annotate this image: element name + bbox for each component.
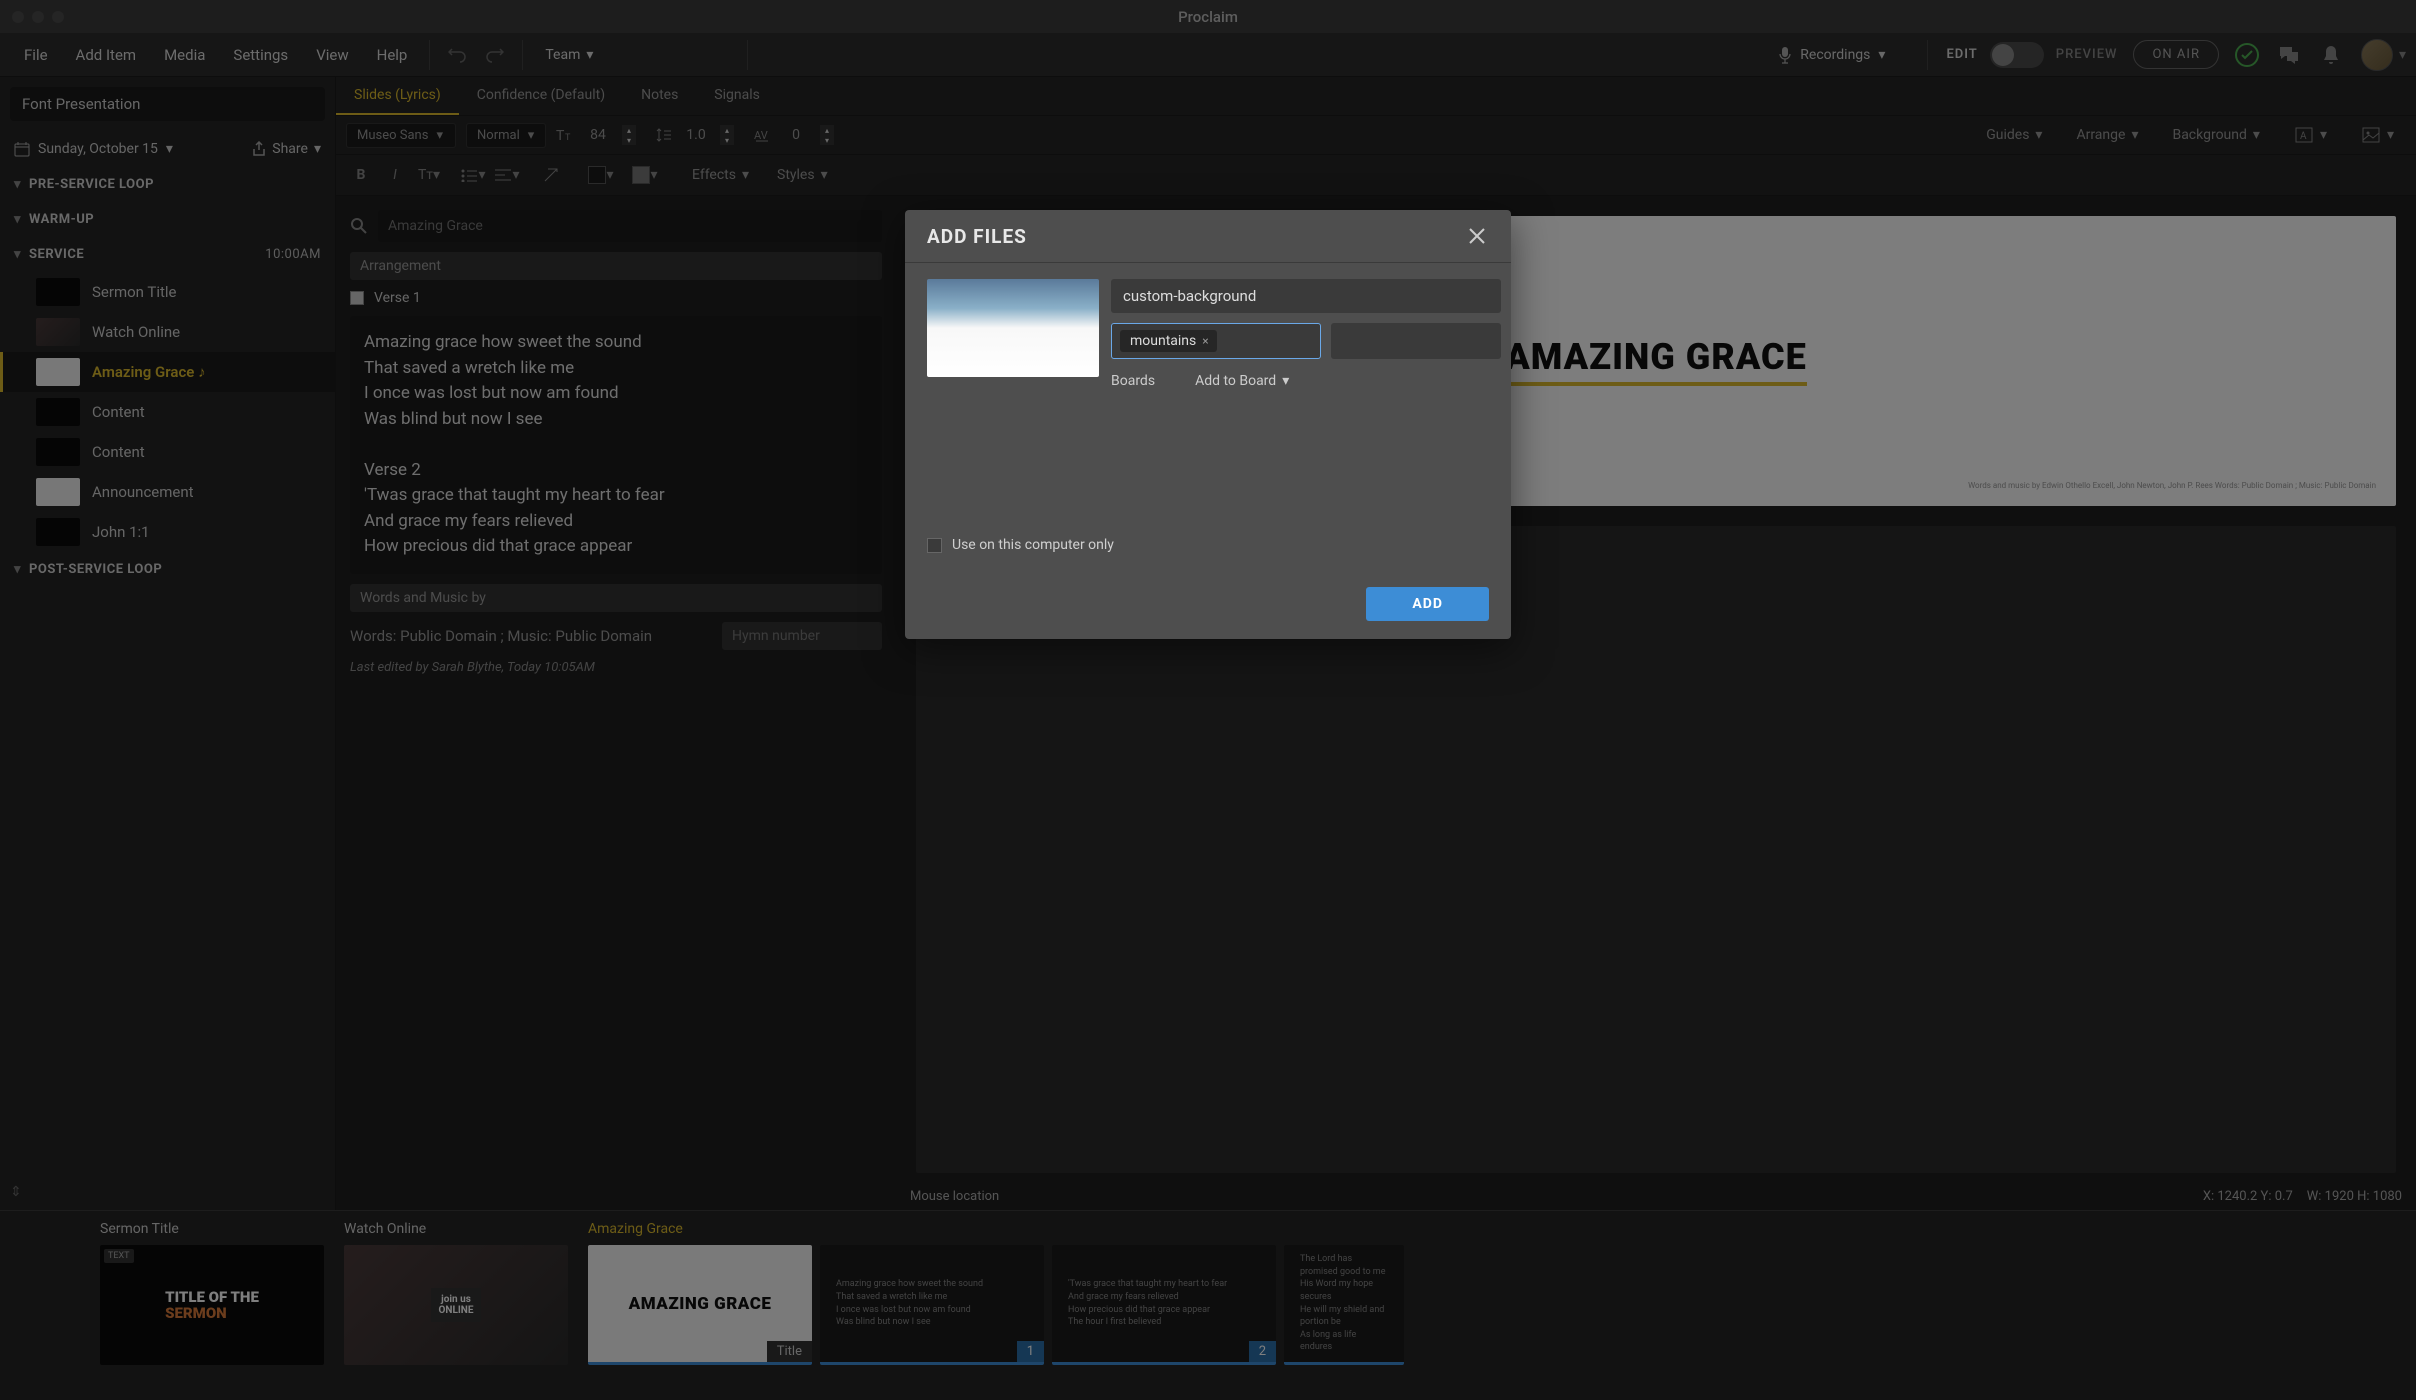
checkbox-label: Use on this computer only	[952, 537, 1114, 553]
file-name-input[interactable]	[1111, 279, 1501, 313]
add-files-modal: ADD FILES mountains ×	[905, 210, 1511, 639]
add-to-board-dropdown[interactable]: Add to Board ▾	[1195, 373, 1289, 389]
use-local-only-checkbox[interactable]	[927, 538, 942, 553]
file-preview-thumb	[927, 279, 1099, 377]
tags-input[interactable]: mountains ×	[1111, 323, 1321, 359]
remove-tag-button[interactable]: ×	[1202, 334, 1208, 348]
add-to-board-label: Add to Board	[1195, 373, 1276, 389]
close-button[interactable]	[1465, 224, 1489, 248]
chevron-down-icon: ▾	[1282, 373, 1289, 389]
modal-title: ADD FILES	[927, 225, 1027, 248]
extra-tags-box[interactable]	[1331, 323, 1501, 359]
tag-pill: mountains ×	[1120, 330, 1217, 352]
modal-backdrop: ADD FILES mountains ×	[0, 0, 2416, 1400]
tag-text: mountains	[1130, 333, 1196, 349]
add-button[interactable]: ADD	[1366, 587, 1489, 621]
boards-label: Boards	[1111, 373, 1155, 389]
